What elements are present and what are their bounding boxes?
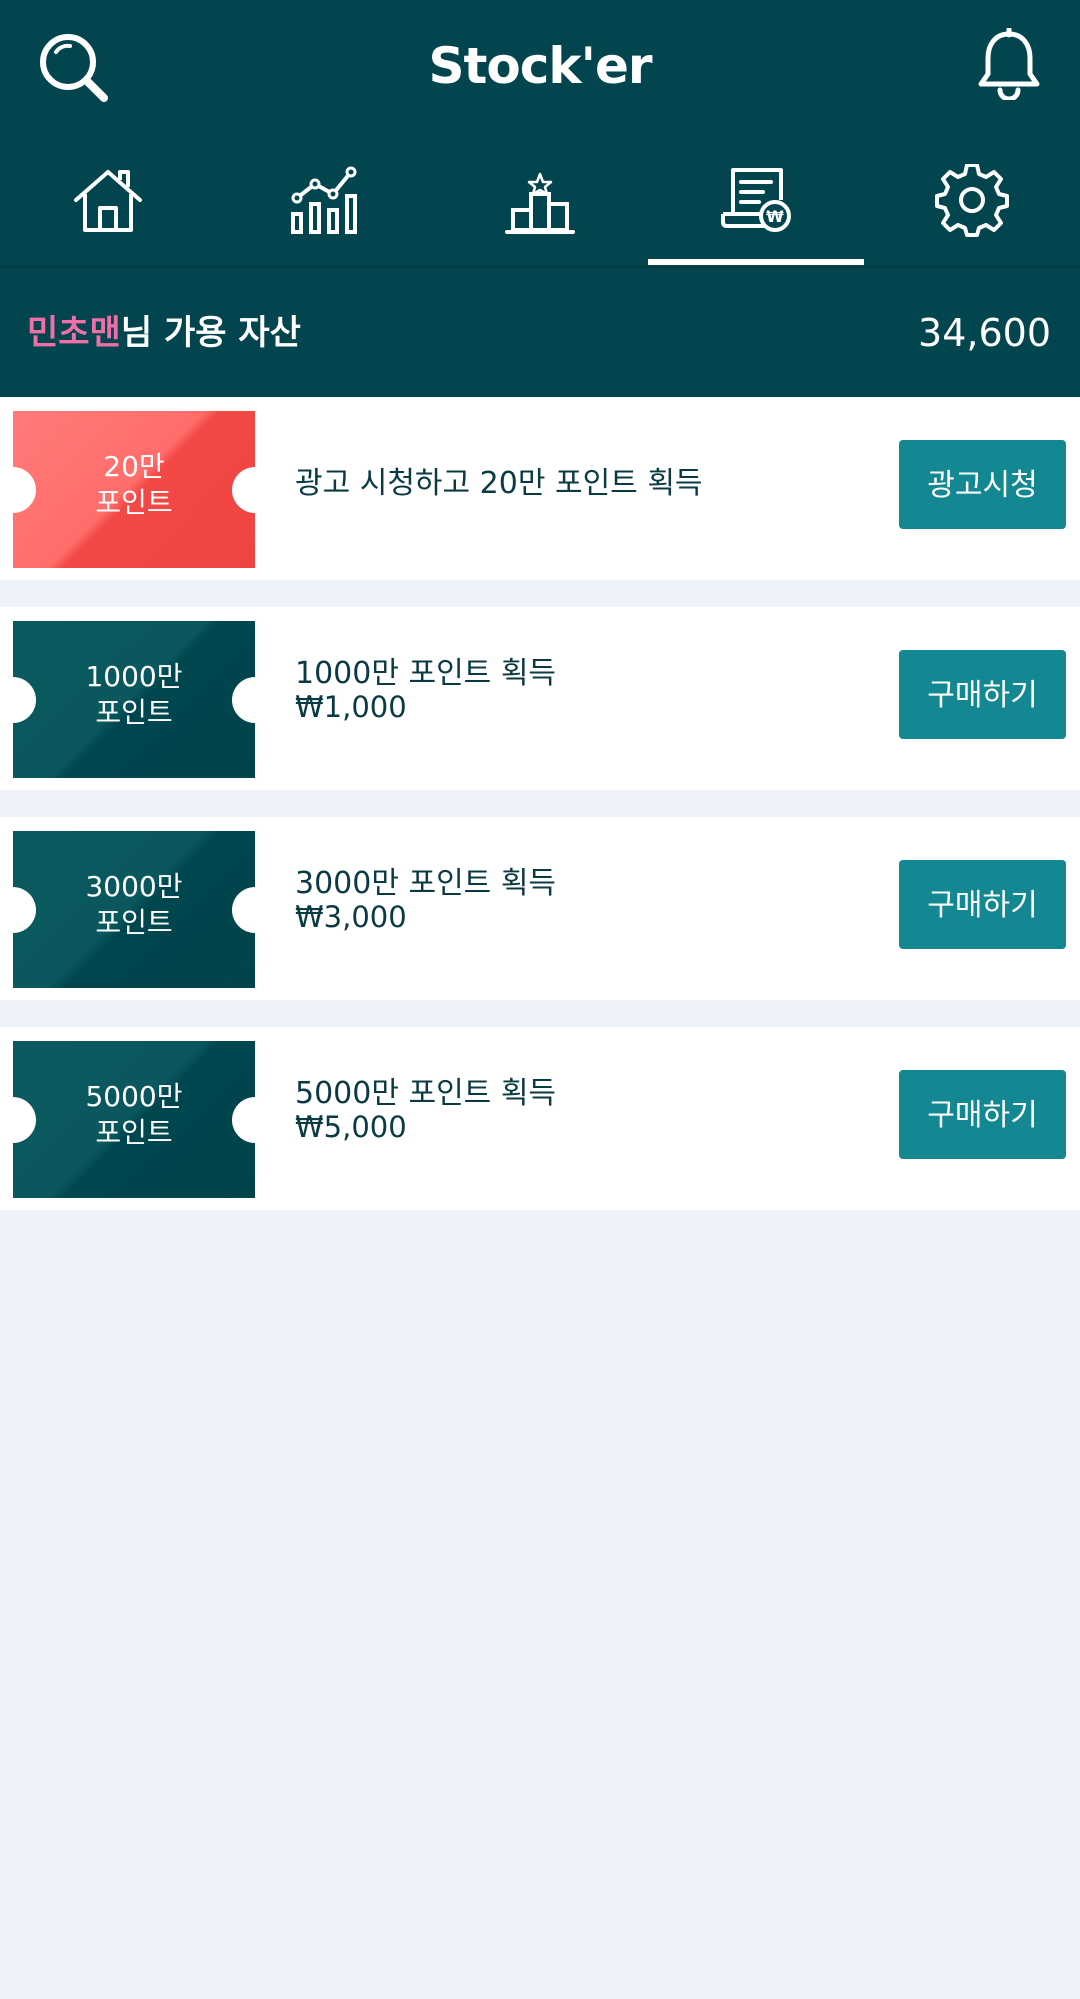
item-price: ₩3,000 <box>295 900 407 934</box>
tab-chart[interactable] <box>216 150 432 266</box>
asset-label: 민초맨님 가용 자산 <box>27 310 301 356</box>
point-ticket: 3000만 포인트 <box>13 831 255 988</box>
notification-button[interactable] <box>975 26 1043 102</box>
buy-button[interactable]: 구매하기 <box>899 650 1066 739</box>
ticket-amount: 1000만 <box>85 660 183 693</box>
ticket-unit: 포인트 <box>95 486 173 519</box>
home-icon <box>74 170 142 232</box>
ticket-amount: 20만 <box>103 450 165 483</box>
ticket-unit: 포인트 <box>95 906 173 939</box>
item-price: ₩5,000 <box>295 1110 407 1144</box>
ticket-amount: 3000만 <box>85 870 183 903</box>
ticket-amount: 5000만 <box>85 1080 183 1113</box>
item-title: 1000만 포인트 획득 <box>295 656 557 691</box>
watch-ad-button[interactable]: 광고시청 <box>899 440 1066 529</box>
app-title: Stock'er <box>428 37 652 95</box>
active-tab-indicator <box>648 259 864 265</box>
point-ticket: 5000만 포인트 <box>13 1041 255 1198</box>
svg-text:₩: ₩ <box>766 207 784 226</box>
gear-icon <box>935 164 1009 237</box>
item-title: 광고 시청하고 20만 포인트 획득 <box>295 466 703 501</box>
list-item: 1000만 포인트 1000만 포인트 획득 ₩1,000 구매하기 <box>0 607 1080 790</box>
receipt-won-icon: ₩ <box>721 168 791 232</box>
ticket-unit: 포인트 <box>95 1116 173 1149</box>
tab-ranking[interactable] <box>432 150 648 266</box>
main-nav: ₩ <box>0 150 1080 266</box>
list-item: 20만 포인트 광고 시청하고 20만 포인트 획득 광고시청 <box>0 397 1080 580</box>
app-header: Stock'er ₩ <box>0 0 1080 266</box>
bell-icon <box>978 26 1040 102</box>
point-ticket: 1000만 포인트 <box>13 621 255 778</box>
list-item: 3000만 포인트 3000만 포인트 획득 ₩3,000 구매하기 <box>0 817 1080 1000</box>
asset-label-suffix: 님 가용 자산 <box>120 313 301 353</box>
line-chart-icon <box>291 166 357 234</box>
item-price: ₩1,000 <box>295 690 407 724</box>
point-ticket: 20만 포인트 <box>13 411 255 568</box>
tab-home[interactable] <box>0 150 216 266</box>
ranking-podium-icon <box>505 172 575 234</box>
item-title: 3000만 포인트 획득 <box>295 866 557 901</box>
tab-settings[interactable] <box>864 150 1080 266</box>
item-title: 5000만 포인트 획득 <box>295 1076 557 1111</box>
ticket-unit: 포인트 <box>95 696 173 729</box>
tab-shop[interactable]: ₩ <box>648 150 864 266</box>
buy-button[interactable]: 구매하기 <box>899 1070 1066 1159</box>
top-bar: Stock'er <box>0 0 1080 135</box>
asset-value: 34,600 <box>918 311 1051 355</box>
asset-summary: 민초맨님 가용 자산 34,600 <box>0 266 1080 398</box>
list-item: 5000만 포인트 5000만 포인트 획득 ₩5,000 구매하기 <box>0 1027 1080 1210</box>
user-name: 민초맨 <box>27 313 121 353</box>
buy-button[interactable]: 구매하기 <box>899 860 1066 949</box>
